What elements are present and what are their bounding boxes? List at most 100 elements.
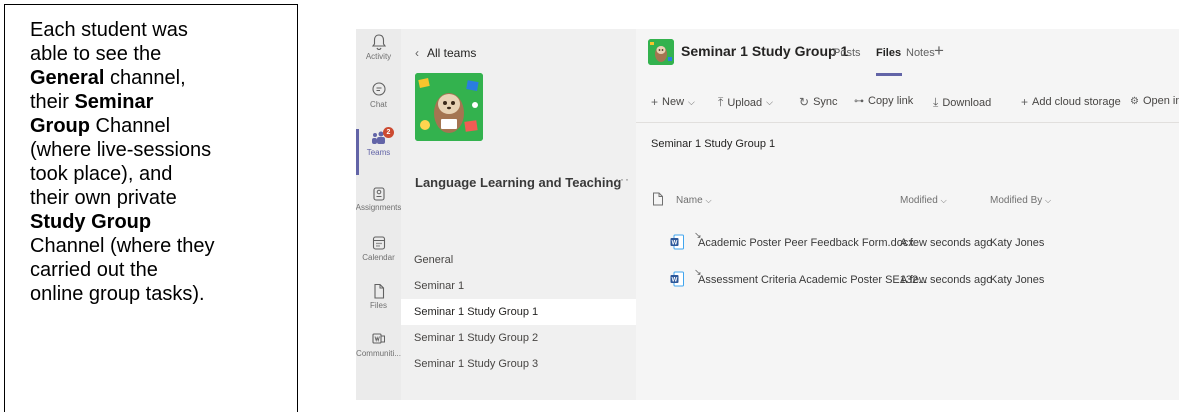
all-teams-link[interactable]: ‹ All teams [415,46,476,60]
rail-item-calendar[interactable]: Calendar [356,234,401,280]
assignments-icon [372,187,385,201]
sync-icon: ↻ [799,95,810,109]
rail-item-communities[interactable]: Communiti... [356,330,401,376]
caption-bold-general: General [30,67,105,89]
channel-general[interactable]: General [401,247,636,273]
caption-line: their Seminar [30,90,283,114]
file-modified-by: Katy Jones [990,274,1045,286]
channel-seminar-1-study-group-1[interactable]: Seminar 1 Study Group 1 [401,299,636,325]
chevron-down-icon: ⌵ [1045,196,1052,205]
add-cloud-storage-button[interactable]: + Add cloud storage [1021,95,1121,109]
add-cloud-storage-label: Add cloud storage [1032,96,1121,108]
chevron-down-icon: ⌵ [705,196,712,205]
download-icon: ⤓ [933,95,939,109]
caption-line: their own private [30,187,177,209]
rail-label: Teams [366,148,391,157]
file-name[interactable]: Academic Poster Peer Feedback Form.docx [698,237,914,249]
word-doc-icon: W [670,271,684,287]
communities-icon [371,333,385,344]
rail-label: Chat [370,100,387,109]
rail-label: Calendar [362,253,395,262]
file-modified: A few seconds ago [900,237,993,249]
upload-icon: ⤒ [718,95,724,109]
tab-files[interactable]: Files [876,47,901,59]
files-toolbar: + New ⌵ ⤒ Upload ⌵ ↻ Sync ⊶ Copy link ⤓ … [636,87,1179,117]
column-header-modified[interactable]: Modified ⌵ [900,195,947,206]
bell-icon [371,34,386,51]
calendar-icon [372,236,385,250]
copy-link-button[interactable]: ⊶ Copy link [854,95,913,107]
svg-text:W: W [672,278,678,284]
caption-box: Each student was able to see the General… [4,4,298,412]
tab-notes[interactable]: Notes [906,47,935,59]
active-tab-indicator [876,73,902,76]
files-icon [373,283,384,299]
rail-item-chat[interactable]: Chat [356,81,401,127]
open-in-button[interactable]: ⚙ Open in [1130,95,1179,107]
copy-link-label: Copy link [868,95,914,107]
upload-label: Upload [727,96,763,109]
app-rail: Activity Chat 2 Teams Assignments Calend… [356,29,401,400]
main-panel: Seminar 1 Study Group 1 Posts Files Note… [636,29,1179,400]
caption-bold-study-group: Study Group [30,211,152,233]
tab-posts[interactable]: Posts [833,47,861,59]
download-label: Download [942,96,992,109]
link-icon: ⊶ [854,95,864,107]
caption-text: Channel [90,115,171,137]
caption-line: Group Channel [30,114,283,138]
chevron-down-icon: ⌵ [766,97,773,107]
sync-label: Sync [813,96,838,108]
caption-line: online group tasks). [30,283,205,305]
sync-button[interactable]: ↻ Sync [799,95,838,109]
column-header-modified-by[interactable]: Modified By ⌵ [990,195,1051,206]
channel-header: Seminar 1 Study Group 1 Posts Files Note… [636,29,1179,77]
caption-bold-seminar: Seminar [74,91,154,113]
chat-icon [371,82,386,96]
sharepoint-icon: ⚙ [1130,95,1139,107]
file-modified-by: Katy Jones [990,237,1045,249]
rail-item-assignments[interactable]: Assignments [356,184,401,230]
breadcrumb: Seminar 1 Study Group 1 [651,138,776,150]
more-options-button[interactable]: ··· [615,172,630,186]
download-button[interactable]: ⤓ Download [933,95,991,110]
caption-line: carried out the [30,259,158,281]
svg-text:W: W [672,241,678,247]
caption-line: Study Group [30,210,283,234]
caption-bold-group: Group [30,115,90,137]
column-header-name[interactable]: Name ⌵ [676,195,712,206]
chevron-down-icon: ⌵ [688,96,695,107]
upload-button[interactable]: ⤒ Upload ⌵ [718,95,773,110]
rail-label: Files [370,301,387,310]
channel-seminar-1[interactable]: Seminar 1 [401,273,636,299]
column-modified-by-label: Modified By [990,195,1043,206]
file-row[interactable]: W ↘ Academic Poster Peer Feedback Form.d… [636,225,1179,261]
add-tab-button[interactable]: + [934,41,944,61]
chevron-down-icon: ⌵ [940,196,947,205]
file-row[interactable]: W ↘ Assessment Criteria Academic Poster … [636,262,1179,298]
caption-text: their [30,91,75,113]
channel-title: Seminar 1 Study Group 1 [681,43,849,59]
rail-item-files[interactable]: Files [356,282,401,328]
rail-label: Assignments [356,203,402,212]
caption-line: took place), and [30,163,173,185]
channel-avatar [648,39,674,65]
word-doc-icon: W [670,234,684,250]
plus-icon: + [1021,95,1029,109]
rail-item-teams[interactable]: 2 Teams [356,127,401,175]
plus-icon: + [651,95,659,109]
file-name[interactable]: Assessment Criteria Academic Poster SE13… [698,274,927,286]
rail-item-activity[interactable]: Activity [356,33,401,79]
caption-line: Each student was [30,19,188,41]
new-label: New [662,96,685,108]
channel-seminar-1-study-group-2[interactable]: Seminar 1 Study Group 2 [401,325,636,351]
notification-badge: 2 [383,127,394,138]
team-avatar [415,73,483,141]
rail-label: Communiti... [356,349,401,358]
open-in-label: Open in [1142,95,1179,107]
file-modified: A few seconds ago [900,274,993,286]
channel-seminar-1-study-group-3[interactable]: Seminar 1 Study Group 3 [401,351,636,377]
teams-window: Activity Chat 2 Teams Assignments Calend… [356,29,1179,400]
toolbar-divider [636,122,1179,123]
team-name: Language Learning and Teaching [415,175,622,190]
new-button[interactable]: + New ⌵ [651,95,695,109]
